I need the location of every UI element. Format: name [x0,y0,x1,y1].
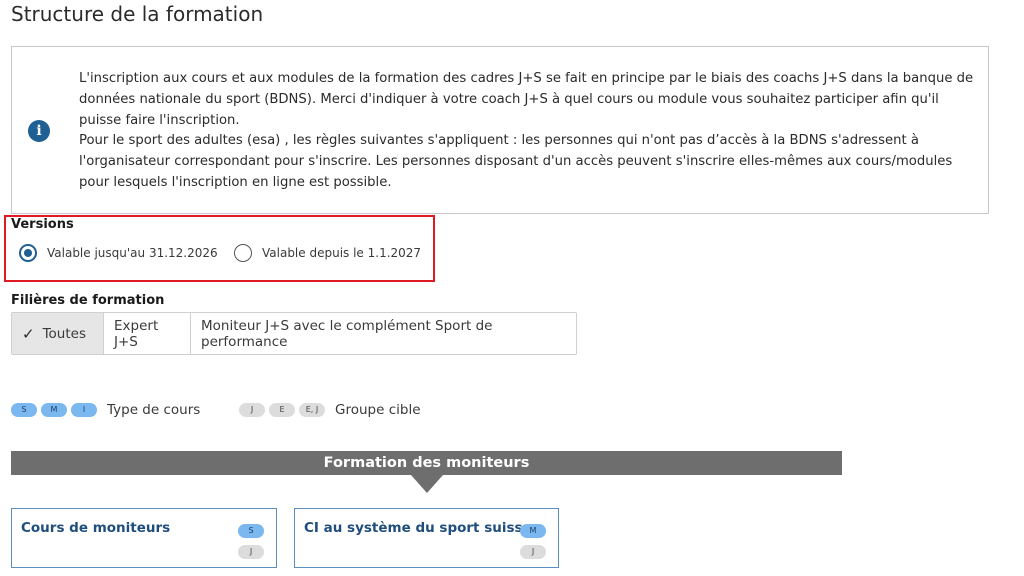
course-type-label: Type de cours [107,402,201,418]
version-radio-label: Valable depuis le 1.1.2027 [262,246,422,260]
course-type-tag: I [71,403,97,417]
target-group-tag: E, J [299,403,325,417]
target-group-tag: J [520,545,546,559]
course-type-tag: S [11,403,37,417]
course-type-tag: M [520,524,546,538]
section-banner: Formation des moniteurs [11,451,842,475]
target-group-tag: J [238,545,264,559]
filiere-option-moniteur-performance[interactable]: Moniteur J+S avec le complément Sport de… [191,313,576,354]
version-radio-from-2027[interactable]: Valable depuis le 1.1.2027 [234,244,421,262]
banner-arrow-icon [411,475,443,493]
info-paragraph: Pour le sport des adultes (esa) , les rè… [79,133,953,190]
target-group-tag: E [269,403,295,417]
course-card-cours-de-moniteurs[interactable]: Cours de moniteurs S J [11,508,277,568]
versions-label: Versions [11,217,74,232]
course-type-tag: S [238,524,264,538]
course-type-legend: S M I Type de cours [11,402,200,418]
page-title: Structure de la formation [11,2,264,26]
course-card-title: Cours de moniteurs [21,520,171,536]
filiere-option-label: Toutes [42,325,86,342]
target-group-tag: J [239,403,265,417]
check-icon: ✓ [22,324,35,343]
filiere-option-label: Expert J+S [114,317,159,350]
filiere-option-toutes[interactable]: ✓ Toutes [12,313,104,354]
filieres-segmented-control: ✓ Toutes Expert J+S Moniteur J+S avec le… [11,312,577,355]
info-icon: i [28,120,50,142]
version-radio-label: Valable jusqu'au 31.12.2026 [47,246,218,260]
course-type-tag: M [41,403,67,417]
filiere-option-expert[interactable]: Expert J+S [104,313,191,354]
radio-selected-icon[interactable] [19,244,37,262]
target-group-label: Groupe cible [335,402,421,418]
filieres-label: Filières de formation [11,293,165,308]
info-paragraph: L'inscription aux cours et aux modules d… [79,71,974,128]
radio-unselected-icon[interactable] [234,244,252,262]
course-card-title: CI au système du sport suisse [304,520,532,536]
info-text: L'inscription aux cours et aux modules d… [79,69,979,194]
course-card-ci-systeme-sport[interactable]: CI au système du sport suisse M J [294,508,559,568]
info-box: i L'inscription aux cours et aux modules… [11,46,989,214]
version-radio-until-2026[interactable]: Valable jusqu'au 31.12.2026 [19,244,218,262]
filiere-option-label: Moniteur J+S avec le complément Sport de… [201,317,493,350]
target-group-legend: J E E, J Groupe cible [239,402,421,418]
